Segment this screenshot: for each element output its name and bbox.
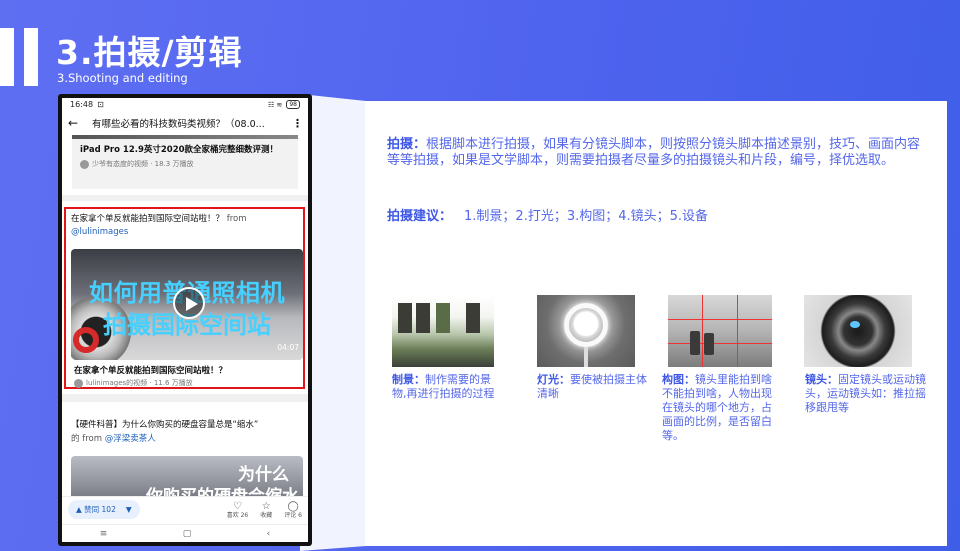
menu-icon[interactable]: ≡ [100, 529, 108, 539]
avatar [74, 378, 83, 388]
comment-icon: ◯ [287, 500, 299, 512]
caption-label: 制景： [392, 373, 425, 386]
grid-line [668, 319, 772, 320]
from-label: 的 from [71, 434, 105, 444]
back-arrow-icon[interactable]: ← [68, 116, 82, 130]
caption-set-design: 制景：制作需要的景物,再进行拍摄的过程 [392, 373, 500, 401]
grid-line [737, 295, 738, 367]
divider [62, 195, 308, 201]
alarm-icon: ⊡ [97, 100, 104, 109]
question-navbar: ← 有哪些必看的科技数码类视频？（08.0... ⋮ [62, 111, 308, 135]
shelf-shape [416, 303, 430, 333]
play-icon[interactable] [173, 287, 205, 319]
caption-lens: 镜头：固定镜头或运动镜头，运动镜头如：推拉摇移跟甩等 [805, 373, 930, 415]
upvote-button[interactable]: ▲ 赞同 102 [76, 504, 116, 515]
shelf-shape [466, 303, 480, 333]
title-bars-decoration [0, 28, 44, 86]
person-figure [704, 333, 714, 355]
caption-label: 灯光： [537, 373, 570, 386]
person-figure [690, 331, 700, 355]
signal-wifi-icon: ☷ ≋ [267, 100, 283, 109]
caption-label: 镜头： [805, 373, 838, 386]
ring-light-shape [564, 303, 608, 347]
suggest-text: 1.制景；2.打光；3.构图；4.镜头；5.设备 [464, 209, 709, 224]
set-design-photo [392, 295, 494, 367]
heart-icon: ♡ [232, 500, 242, 512]
from-label: from [224, 214, 247, 224]
slide-title: 3.拍摄/剪辑 [56, 33, 243, 72]
shooting-description: 拍摄：根据脚本进行拍摄，如果有分镜头脚本，则按照分镜头脚本描述景别，技巧、画面内… [387, 137, 922, 169]
battery-icon: 98 [286, 100, 300, 109]
technique-gallery: 制景：制作需要的景物,再进行拍摄的过程 灯光：要使被拍摄主体清晰 构图：镜头里能… [390, 295, 930, 455]
grid-line [668, 343, 772, 344]
camera-lens-photo [804, 295, 912, 367]
content-panel: 拍摄：根据脚本进行拍摄，如果有分镜头脚本，则按照分镜头脚本描述景别，技巧、画面内… [365, 101, 947, 546]
video-thumbnail-iss[interactable]: 如何用普通照相机 拍摄国际空间站 04:07 [71, 249, 303, 360]
phone-screenshot: 16:48 ⊡ ☷ ≋ 98 ← 有哪些必看的科技数码类视频？（08.0... … [58, 94, 312, 546]
back-icon[interactable]: ‹ [267, 529, 271, 539]
answer-card-meta: 少爷有态度的视频 · 18.3 万播放 [80, 159, 290, 169]
highlighted-answer-title: 在家拿个单反就能拍到国际空间站啦！？ [71, 214, 225, 224]
caption-composition: 构图：镜头里能拍到啥不能拍到啥，人物出现在镜头的哪个地方，占画面的比例，是否留白… [662, 373, 780, 443]
video-duration: 04:07 [277, 343, 299, 352]
light-stand-shape [584, 347, 588, 367]
answer-harddisk[interactable]: 【硬件科普】为什么你购买的硬盘容量总是“缩水” 的 from @浮梁卖茶人 [71, 418, 303, 446]
caption-label: 构图： [662, 373, 695, 386]
question-title[interactable]: 有哪些必看的科技数码类视频？（08.0... [82, 116, 292, 130]
downvote-button[interactable]: ▼ [126, 505, 132, 514]
shooting-label: 拍摄： [387, 137, 427, 152]
plant-shape [436, 303, 450, 333]
caption-lighting: 灯光：要使被拍摄主体清晰 [537, 373, 649, 401]
video-meta: lulinimages的视频 · 11.6 万播放 [74, 378, 193, 388]
like-button[interactable]: ♡ 喜欢 26 [227, 501, 249, 519]
avatar [80, 159, 89, 169]
shelf-shape [398, 303, 412, 333]
answer-card-ipad[interactable]: iPad Pro 12.9英寸2020款全家桶完整细数评测！ 少爷有态度的视频 … [72, 139, 298, 189]
title-bar-left [0, 28, 14, 86]
video-meta-text: lulinimages的视频 · 11.6 万播放 [86, 379, 193, 387]
status-bar: 16:48 ⊡ ☷ ≋ 98 [62, 98, 308, 111]
divider [62, 394, 308, 402]
home-icon[interactable]: ▢ [183, 529, 192, 539]
system-nav-bar: ≡ ▢ ‹ [62, 524, 308, 542]
more-menu-icon[interactable]: ⋮ [292, 117, 303, 130]
lens-reflection [850, 321, 860, 328]
video-caption[interactable]: 在家拿个单反就能拍到国际空间站啦！？ [74, 364, 227, 376]
author-link[interactable]: @浮梁卖茶人 [105, 434, 156, 444]
title-bar-right [24, 28, 38, 86]
star-icon: ☆ [261, 500, 271, 512]
shooting-suggestions: 拍摄建议： 1.制景；2.打光；3.构图；4.镜头；5.设备 [387, 205, 708, 224]
composition-photo [668, 295, 772, 367]
answer-action-bar: ▲ 赞同 102 ▼ ♡ 喜欢 26 ☆ 收藏 ◯ 评论 6 [62, 496, 308, 522]
vote-pill: ▲ 赞同 102 ▼ [68, 500, 140, 519]
shooting-text: 根据脚本进行拍摄，如果有分镜头脚本，则按照分镜头脚本描述景别，技巧、画面内容等等… [387, 137, 921, 168]
answer-card-meta-text: 少爷有态度的视频 · 18.3 万播放 [92, 160, 194, 168]
like-count: 喜欢 26 [226, 511, 249, 519]
comment-count: 评论 6 [284, 511, 302, 519]
favorite-label: 收藏 [260, 511, 273, 519]
highlighted-answer-header[interactable]: 在家拿个单反就能拍到国际空间站啦！？ from @lulinimages [71, 213, 301, 239]
answer-card-title: iPad Pro 12.9英寸2020款全家桶完整细数评测！ [80, 145, 279, 155]
action-icons: ♡ 喜欢 26 ☆ 收藏 ◯ 评论 6 [227, 501, 302, 519]
phone-screen: 16:48 ⊡ ☷ ≋ 98 ← 有哪些必看的科技数码类视频？（08.0... … [62, 98, 308, 542]
favorite-button[interactable]: ☆ 收藏 [260, 501, 272, 519]
answer-harddisk-title: 【硬件科普】为什么你购买的硬盘容量总是“缩水” [71, 420, 259, 430]
author-link[interactable]: @lulinimages [71, 227, 128, 237]
slide-subtitle: 3.Shooting and editing [57, 71, 188, 85]
ring-light-photo [537, 295, 635, 367]
suggest-label: 拍摄建议： [387, 209, 453, 224]
grid-line [702, 295, 703, 367]
comment-button[interactable]: ◯ 评论 6 [284, 501, 302, 519]
status-time: 16:48 [70, 100, 94, 109]
